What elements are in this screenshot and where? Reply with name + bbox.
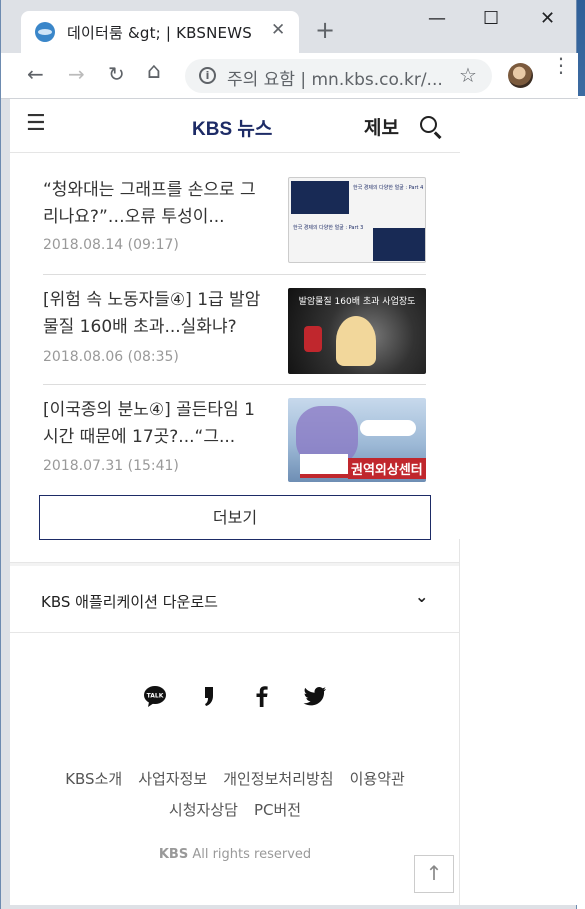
svg-text:TALK: TALK xyxy=(147,693,164,700)
app-download-section[interactable]: KBS 애플리케이션 다운로드 ⌄ xyxy=(10,567,460,633)
copyright-text: All rights reserved xyxy=(188,847,312,862)
browser-window: 데이터룸 &gt; | KBSNEWS ✕ + — ☐ ✕ ← → ↻ ⌂ i … xyxy=(0,0,578,909)
thumb-ambulance xyxy=(300,454,348,478)
profile-avatar[interactable] xyxy=(508,63,533,88)
browser-menu-icon[interactable]: ⋮ xyxy=(551,55,571,75)
news-title[interactable]: “청와대는 그래프를 손으로 그리나요?”…오류 투성이... xyxy=(43,177,268,231)
footer-link-privacy[interactable]: 개인정보처리방침 xyxy=(223,770,333,788)
reload-button[interactable]: ↻ xyxy=(108,62,125,86)
thumb-caption: 한국 경제의 다양한 얼굴 : Part 3 xyxy=(293,225,364,231)
desktop-window-edge xyxy=(577,96,585,909)
maximize-button[interactable]: ☐ xyxy=(483,8,499,29)
news-item[interactable]: [위험 속 노동자들④] 1급 발암물질 160배 초과...실화냐? 2018… xyxy=(43,275,426,385)
news-title[interactable]: [이국종의 분노④] 골든타임 1시간 때문에 17곳?...“그... xyxy=(43,397,268,451)
footer-link-pc[interactable]: PC버전 xyxy=(254,801,301,819)
new-tab-button[interactable]: + xyxy=(315,16,335,44)
kbs-favicon-icon xyxy=(35,22,55,42)
report-link[interactable]: 제보 xyxy=(364,113,399,140)
tab-close-icon[interactable]: ✕ xyxy=(271,20,285,40)
search-icon[interactable] xyxy=(420,116,437,133)
address-bar[interactable]: i 주의 요함 | mn.kbs.co.kr/... ☆ xyxy=(185,59,492,93)
thumb-figure xyxy=(336,316,376,366)
footer-link-viewer[interactable]: 시청자상담 xyxy=(169,801,238,819)
page-content: ☰ KBS 뉴스 제보 “청와대는 그래프를 손으로 그리나요?”…오류 투성이… xyxy=(10,99,577,905)
tab-strip: 데이터룸 &gt; | KBSNEWS ✕ + — ☐ ✕ xyxy=(1,0,578,53)
minimize-button[interactable]: — xyxy=(428,8,446,29)
browser-tab[interactable]: 데이터룸 &gt; | KBSNEWS ✕ xyxy=(21,11,299,53)
thumb-caption: 발암물질 160배 초과 사업장도 xyxy=(298,297,416,307)
home-button[interactable]: ⌂ xyxy=(147,59,161,84)
close-window-button[interactable]: ✕ xyxy=(540,8,555,29)
address-text[interactable]: 주의 요함 | mn.kbs.co.kr/... xyxy=(227,65,443,90)
thumb-canister xyxy=(304,326,322,352)
thumb-caption: 권역외상센터 xyxy=(348,458,426,479)
back-button[interactable]: ← xyxy=(27,62,44,86)
footer-link-about[interactable]: KBS소개 xyxy=(65,770,122,788)
thumb-panel xyxy=(373,228,425,261)
news-item[interactable]: [이국종의 분노④] 골든타임 1시간 때문에 17곳?...“그... 201… xyxy=(43,385,426,485)
news-title[interactable]: [위험 속 노동자들④] 1급 발암물질 160배 초과...실화냐? xyxy=(43,287,268,341)
news-date: 2018.08.14 (09:17) xyxy=(43,237,179,253)
site-header: ☰ KBS 뉴스 제보 xyxy=(10,99,460,153)
copyright-brand: KBS xyxy=(158,847,189,862)
bookmark-star-icon[interactable]: ☆ xyxy=(459,63,477,87)
news-thumbnail[interactable]: 한국 경제의 다양한 얼굴 : Part 4 한국 경제의 다양한 얼굴 : P… xyxy=(288,177,426,263)
kakaotalk-icon[interactable]: TALK xyxy=(143,684,167,708)
news-thumbnail[interactable]: 권역외상센터 xyxy=(288,398,426,482)
app-download-label[interactable]: KBS 애플리케이션 다운로드 xyxy=(41,591,218,612)
copyright: KBS All rights reserved xyxy=(10,847,460,862)
section-divider xyxy=(10,562,460,566)
news-item[interactable]: “청와대는 그래프를 손으로 그리나요?”…오류 투성이... 2018.08.… xyxy=(43,165,426,275)
thumb-panel xyxy=(291,181,349,214)
kakaostory-icon[interactable] xyxy=(197,684,221,708)
forward-button[interactable]: → xyxy=(68,62,85,86)
kbs-news-logo[interactable]: KBS 뉴스 xyxy=(192,114,272,141)
thumb-caption: 한국 경제의 다양한 얼굴 : Part 4 xyxy=(353,185,424,191)
browser-toolbar: ← → ↻ ⌂ i 주의 요함 | mn.kbs.co.kr/... ☆ ⋮ xyxy=(1,53,578,99)
news-date: 2018.08.06 (08:35) xyxy=(43,349,179,365)
footer-link-business[interactable]: 사업자정보 xyxy=(138,770,207,788)
news-date: 2018.07.31 (15:41) xyxy=(43,458,179,474)
more-button[interactable]: 더보기 xyxy=(39,495,431,540)
facebook-icon[interactable] xyxy=(250,684,274,708)
chevron-down-icon[interactable]: ⌄ xyxy=(415,587,428,606)
scroll-to-top-button[interactable]: ↑ xyxy=(414,855,454,893)
hamburger-menu-icon[interactable]: ☰ xyxy=(26,111,46,136)
footer-links: KBS소개 사업자정보 개인정보처리방침 이용약관 시청자상담 PC버전 xyxy=(10,764,460,826)
news-thumbnail[interactable]: 발암물질 160배 초과 사업장도 xyxy=(288,288,426,374)
tab-title: 데이터룸 &gt; | KBSNEWS xyxy=(67,24,252,42)
twitter-icon[interactable] xyxy=(303,684,327,708)
thumb-helicopter xyxy=(360,420,416,436)
site-info-icon[interactable]: i xyxy=(199,67,216,84)
footer-link-terms[interactable]: 이용약관 xyxy=(350,770,405,788)
